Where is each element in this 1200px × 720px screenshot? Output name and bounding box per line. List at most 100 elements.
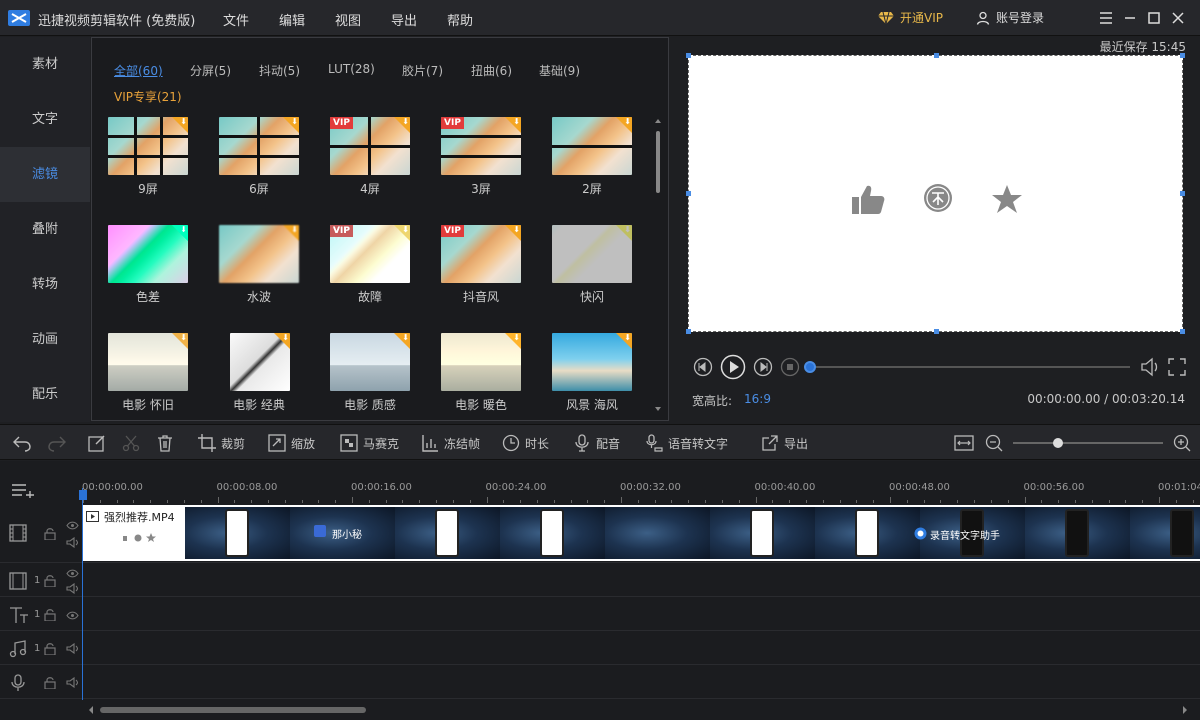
- lock-icon[interactable]: [44, 608, 56, 621]
- playhead-handle[interactable]: [79, 490, 87, 500]
- nav-item-transition[interactable]: 转场: [0, 257, 90, 312]
- tab-film[interactable]: 胶片(7): [402, 62, 443, 79]
- close-icon[interactable]: [1168, 8, 1188, 28]
- tab-distort[interactable]: 扭曲(6): [471, 62, 512, 79]
- filter-tile[interactable]: ⬇ VIP 4屏: [330, 117, 412, 203]
- zoom-out-icon[interactable]: [985, 434, 1003, 452]
- download-icon[interactable]: ⬇: [402, 333, 409, 342]
- filter-tile[interactable]: ⬇ 电影 怀旧: [108, 333, 190, 419]
- dub-button[interactable]: 配音: [573, 434, 620, 452]
- stop-icon[interactable]: [780, 357, 800, 377]
- tab-shake[interactable]: 抖动(5): [259, 62, 300, 79]
- download-icon[interactable]: ⬇: [291, 117, 298, 126]
- freeze-frame-button[interactable]: 冻结帧: [421, 434, 480, 452]
- resize-handle[interactable]: [686, 329, 691, 334]
- filter-tile[interactable]: ⬇ VIP 3屏: [441, 117, 523, 203]
- eye-icon[interactable]: [66, 521, 79, 530]
- filter-tile[interactable]: ⬇ VIP 抖音风: [441, 225, 523, 311]
- aspect-ratio-value[interactable]: 16:9: [744, 392, 771, 406]
- download-icon[interactable]: ⬇: [282, 333, 289, 342]
- filter-tile[interactable]: ⬇ 水波: [219, 225, 301, 311]
- download-icon[interactable]: ⬇: [180, 225, 187, 234]
- video-clip[interactable]: 强烈推荐.MP4 那小秘 录音转文字助手: [82, 505, 1200, 561]
- speaker-icon[interactable]: [66, 583, 79, 594]
- fullscreen-icon[interactable]: [1167, 357, 1187, 377]
- download-icon[interactable]: ⬇: [513, 225, 520, 234]
- resize-handle[interactable]: [686, 53, 691, 58]
- nav-item-music[interactable]: 配乐: [0, 367, 90, 422]
- add-track-icon[interactable]: [11, 482, 35, 498]
- volume-icon[interactable]: [1140, 357, 1162, 377]
- download-icon[interactable]: ⬇: [513, 333, 520, 342]
- playback-progress-knob[interactable]: [804, 361, 816, 373]
- fit-timeline-icon[interactable]: [954, 434, 974, 452]
- preview-canvas[interactable]: [686, 53, 1185, 334]
- crop-button[interactable]: 裁剪: [198, 434, 245, 452]
- filter-tile[interactable]: ⬇ 色差: [108, 225, 190, 311]
- previous-frame-icon[interactable]: [693, 357, 713, 377]
- timeline-zoom-slider[interactable]: [1013, 438, 1163, 448]
- nav-item-overlay[interactable]: 叠附: [0, 202, 90, 257]
- filter-tile[interactable]: ⬇ 风景 海风: [552, 333, 634, 419]
- nav-item-filters[interactable]: 滤镜: [0, 147, 90, 202]
- edit-icon[interactable]: [88, 434, 106, 452]
- menu-export[interactable]: 导出: [391, 10, 417, 29]
- next-frame-icon[interactable]: [753, 357, 773, 377]
- filter-tile[interactable]: ⬇ 电影 暖色: [441, 333, 523, 419]
- download-icon[interactable]: ⬇: [513, 117, 520, 126]
- menu-file[interactable]: 文件: [223, 10, 249, 29]
- lock-icon[interactable]: [44, 642, 56, 655]
- resize-handle[interactable]: [1180, 53, 1185, 58]
- filter-tile[interactable]: ⬇ 6屏: [219, 117, 301, 203]
- lock-icon[interactable]: [44, 676, 56, 689]
- nav-item-media[interactable]: 素材: [0, 37, 90, 92]
- tab-lut[interactable]: LUT(28): [328, 62, 375, 76]
- timeline-scrollbar[interactable]: [88, 704, 1188, 716]
- filter-tile[interactable]: ⬇ 电影 质感: [330, 333, 412, 419]
- tab-split[interactable]: 分屏(5): [190, 62, 231, 79]
- account-button[interactable]: 账号登录: [976, 9, 1044, 26]
- filter-scrollbar[interactable]: [653, 117, 663, 412]
- download-icon[interactable]: ⬇: [624, 117, 631, 126]
- resize-handle[interactable]: [1180, 329, 1185, 334]
- timeline-zoom-knob[interactable]: [1053, 438, 1063, 448]
- playback-progress-track[interactable]: [804, 361, 1130, 373]
- scissors-icon[interactable]: [122, 434, 140, 452]
- speaker-icon[interactable]: [66, 643, 79, 654]
- tab-all[interactable]: 全部(60): [114, 62, 163, 79]
- download-icon[interactable]: ⬇: [402, 117, 409, 126]
- trash-icon[interactable]: [156, 434, 174, 452]
- filter-tile[interactable]: ⬇ VIP 故障: [330, 225, 412, 311]
- tab-vip[interactable]: VIP专享(21): [114, 88, 182, 105]
- speaker-icon[interactable]: [66, 537, 79, 548]
- nav-item-text[interactable]: 文字: [0, 92, 90, 147]
- menu-view[interactable]: 视图: [335, 10, 361, 29]
- undo-icon[interactable]: [12, 434, 32, 452]
- speaker-icon[interactable]: [66, 677, 79, 688]
- eye-icon[interactable]: [66, 611, 79, 620]
- hamburger-menu-icon[interactable]: [1096, 8, 1116, 28]
- nav-item-animation[interactable]: 动画: [0, 312, 90, 367]
- download-icon[interactable]: ⬇: [180, 117, 187, 126]
- zoom-button[interactable]: 缩放: [268, 434, 315, 452]
- mosaic-button[interactable]: 马赛克: [340, 434, 399, 452]
- vip-button[interactable]: 开通VIP: [878, 9, 943, 26]
- speech-to-text-button[interactable]: 语音转文字: [645, 434, 728, 452]
- export-button[interactable]: 导出: [761, 434, 808, 452]
- download-icon[interactable]: ⬇: [180, 333, 187, 342]
- menu-edit[interactable]: 编辑: [279, 10, 305, 29]
- resize-handle[interactable]: [934, 329, 939, 334]
- lock-icon[interactable]: [44, 574, 56, 587]
- zoom-in-icon[interactable]: [1173, 434, 1191, 452]
- maximize-icon[interactable]: [1144, 8, 1164, 28]
- duration-button[interactable]: 时长: [502, 434, 549, 452]
- eye-icon[interactable]: [66, 569, 79, 578]
- download-icon[interactable]: ⬇: [624, 333, 631, 342]
- tab-basic[interactable]: 基础(9): [539, 62, 580, 79]
- resize-handle[interactable]: [934, 53, 939, 58]
- resize-handle[interactable]: [686, 191, 691, 196]
- redo-icon[interactable]: [47, 434, 67, 452]
- minimize-icon[interactable]: [1120, 8, 1140, 28]
- filter-tile[interactable]: ⬇ 9屏: [108, 117, 190, 203]
- filter-tile[interactable]: ⬇ 电影 经典: [219, 333, 301, 419]
